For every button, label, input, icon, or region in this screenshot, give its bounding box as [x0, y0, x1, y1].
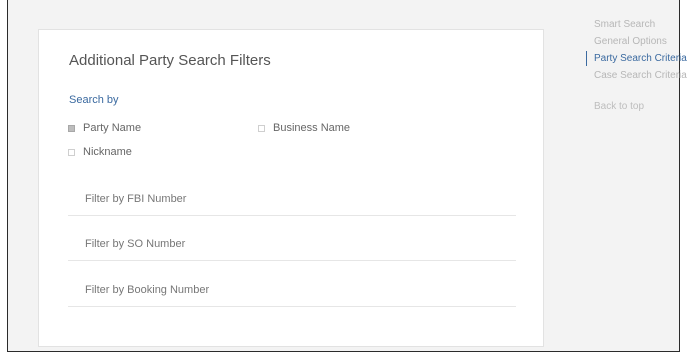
party-name-label: Party Name [83, 122, 142, 134]
party-name-checkbox[interactable]: Party Name [68, 122, 141, 134]
business-name-checkbox[interactable]: Business Name [258, 122, 350, 134]
so-number-filter-input[interactable]: Filter by SO Number [68, 227, 516, 261]
nav-item-party-search-criteria[interactable]: Party Search Criteria [586, 50, 687, 67]
checkbox-unchecked-icon[interactable] [258, 124, 265, 132]
nav-item-general-options[interactable]: General Options [594, 33, 687, 50]
nav-item-smart-search[interactable]: Smart Search [594, 16, 687, 33]
booking-number-placeholder: Filter by Booking Number [85, 283, 210, 296]
checkbox-checked-icon[interactable] [68, 124, 75, 132]
fbi-number-filter-input[interactable]: Filter by FBI Number [68, 182, 516, 216]
search-by-label: Search by [69, 94, 119, 106]
nav-item-case-search-criteria[interactable]: Case Search Criteria [594, 67, 687, 84]
window-frame: Additional Party Search Filters Search b… [7, 0, 687, 352]
additional-party-search-filters-card: Additional Party Search Filters Search b… [38, 29, 544, 347]
page-section-nav: Smart Search General Options Party Searc… [586, 16, 687, 112]
checkbox-unchecked-icon[interactable] [68, 148, 75, 156]
booking-number-filter-input[interactable]: Filter by Booking Number [68, 273, 516, 307]
fbi-number-placeholder: Filter by FBI Number [85, 192, 187, 205]
business-name-label: Business Name [273, 122, 351, 134]
back-to-top-link[interactable]: Back to top [594, 101, 687, 112]
nickname-checkbox[interactable]: Nickname [68, 146, 132, 158]
nickname-label: Nickname [83, 146, 132, 158]
so-number-placeholder: Filter by SO Number [85, 237, 186, 250]
card-title: Additional Party Search Filters [69, 52, 271, 69]
